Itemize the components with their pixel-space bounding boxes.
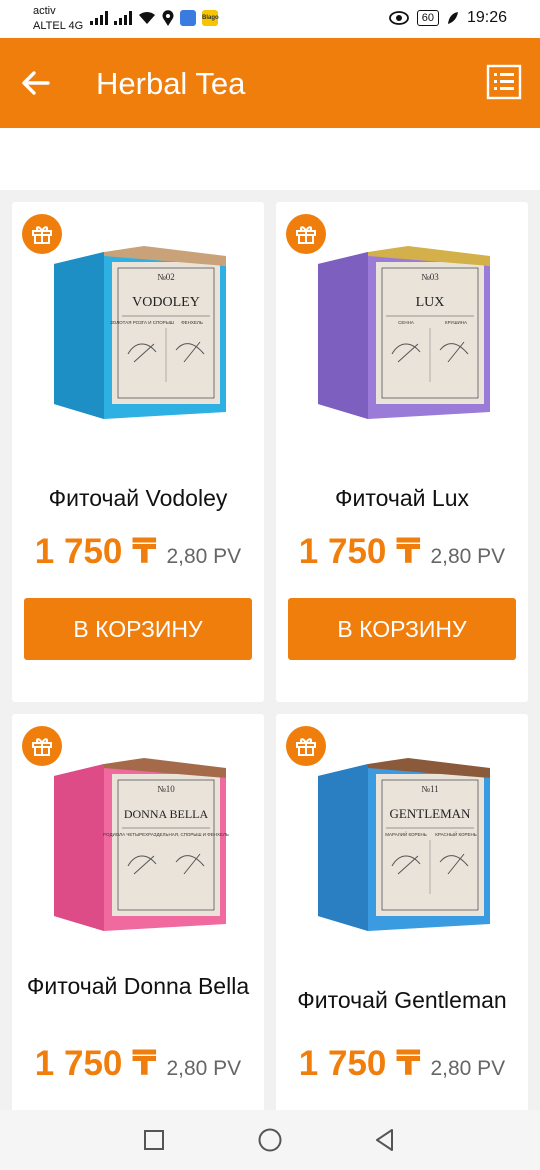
wifi-icon <box>139 11 155 24</box>
gift-icon <box>32 738 52 756</box>
circle-icon[interactable] <box>257 1127 283 1153</box>
add-to-cart-button[interactable]: В КОРЗИНУ <box>24 598 252 660</box>
app-bar: Herbal Tea <box>0 38 540 128</box>
page-title: Herbal Tea <box>96 66 246 101</box>
box-ingredient: КРУШИНА <box>445 320 467 325</box>
product-image: №03 LUX СЕННА КРУШИНА <box>318 246 490 419</box>
box-name: VODOLEY <box>132 295 200 310</box>
triangle-back-icon[interactable] <box>372 1127 398 1153</box>
price: 1 750 ₸ <box>34 532 157 571</box>
pv-value: 2,80 PV <box>430 1057 506 1080</box>
header-spacer <box>0 128 540 190</box>
product-card[interactable]: №10 DONNA BELLA РОДИОЛА ЧЕТЫРЕХРАЗДЕЛЬНА… <box>12 714 264 1110</box>
box-number: №02 <box>157 272 175 282</box>
signal-icon-2 <box>114 11 132 25</box>
box-number: №11 <box>421 784 438 794</box>
eye-icon <box>388 11 409 25</box>
box-number: №03 <box>421 272 439 282</box>
product-card[interactable]: №02 VODOLEY ЗОЛОТАЯ РОЗГА И СПОРЫШ ФЕНХЕ… <box>12 202 264 702</box>
gift-icon <box>296 226 316 244</box>
signal-icon <box>90 11 108 25</box>
arrow-left-icon[interactable] <box>18 65 54 101</box>
blago-app-icon: Blago <box>202 10 219 26</box>
square-icon[interactable] <box>141 1127 167 1153</box>
clock: 19:26 <box>466 9 507 26</box>
box-ingredient: КРАСНЫЙ КОРЕНЬ <box>435 830 477 837</box>
price: 1 750 ₸ <box>298 1044 421 1083</box>
price-row: 1 750 ₸ 2,80 PV <box>276 532 528 572</box>
product-image: №10 DONNA BELLA РОДИОЛА ЧЕТЫРЕХРАЗДЕЛЬНА… <box>54 758 229 931</box>
pv-value: 2,80 PV <box>430 545 506 568</box>
leaf-icon <box>447 12 458 24</box>
product-image: №02 VODOLEY ЗОЛОТАЯ РОЗГА И СПОРЫШ ФЕНХЕ… <box>54 246 226 419</box>
box-name: LUX <box>416 295 445 310</box>
box-number: №10 <box>157 784 175 794</box>
status-bar: activ ALTEL 4G Blago 60 19:26 <box>0 0 540 38</box>
pv-value: 2,80 PV <box>166 1057 242 1080</box>
product-grid: №02 VODOLEY ЗОЛОТАЯ РОЗГА И СПОРЫШ ФЕНХЕ… <box>0 190 540 1110</box>
pv-value: 2,80 PV <box>166 545 242 568</box>
product-image: №11 GENTLEMAN МАРАЛИЙ КОРЕНЬ КРАСНЫЙ КОР… <box>318 758 490 931</box>
product-name: Фиточай Donna Bella <box>26 973 250 999</box>
carrier-name: activ <box>33 5 56 17</box>
price-row: 1 750 ₸ 2,80 PV <box>276 1044 528 1084</box>
box-ingredient: ФЕНХЕЛЬ <box>181 320 203 325</box>
price: 1 750 ₸ <box>34 1044 157 1083</box>
box-ingredient: СЕННА <box>398 320 414 325</box>
list-icon[interactable] <box>486 64 522 100</box>
box-ingredient: ЗОЛОТАЯ РОЗГА И СПОРЫШ <box>110 320 174 325</box>
network-type: ALTEL 4G <box>33 20 84 32</box>
battery-indicator: 60 <box>416 10 439 26</box>
system-nav-bar <box>0 1110 540 1170</box>
gift-icon <box>32 226 52 244</box>
price-row: 1 750 ₸ 2,80 PV <box>12 532 264 572</box>
box-name: DONNA BELLA <box>124 807 209 821</box>
box-ingredient: МАРАЛИЙ КОРЕНЬ <box>385 830 427 837</box>
add-to-cart-button[interactable]: В КОРЗИНУ <box>288 598 516 660</box>
status-icons: Blago <box>90 10 219 26</box>
product-card[interactable]: №11 GENTLEMAN МАРАЛИЙ КОРЕНЬ КРАСНЫЙ КОР… <box>276 714 528 1110</box>
price: 1 750 ₸ <box>298 532 421 571</box>
product-name: Фиточай Vodoley <box>48 485 228 511</box>
location-icon <box>162 10 174 26</box>
status-right: 60 19:26 <box>388 9 507 27</box>
box-name: GENTLEMAN <box>390 806 471 821</box>
price-row: 1 750 ₸ 2,80 PV <box>12 1044 264 1084</box>
product-name: Фиточай Lux <box>335 485 469 511</box>
product-card[interactable]: №03 LUX СЕННА КРУШИНА Фиточай Lux 1 750 … <box>276 202 528 702</box>
app-notification-icon <box>180 10 196 26</box>
gift-icon <box>296 738 316 756</box>
carrier-label: activ ALTEL 4G <box>33 4 83 34</box>
box-ingredient: РОДИОЛА ЧЕТЫРЕХРАЗДЕЛЬНАЯ, СПОРЫШ И ФЕНХ… <box>103 832 229 837</box>
product-name: Фиточай Gentleman <box>297 987 507 1013</box>
